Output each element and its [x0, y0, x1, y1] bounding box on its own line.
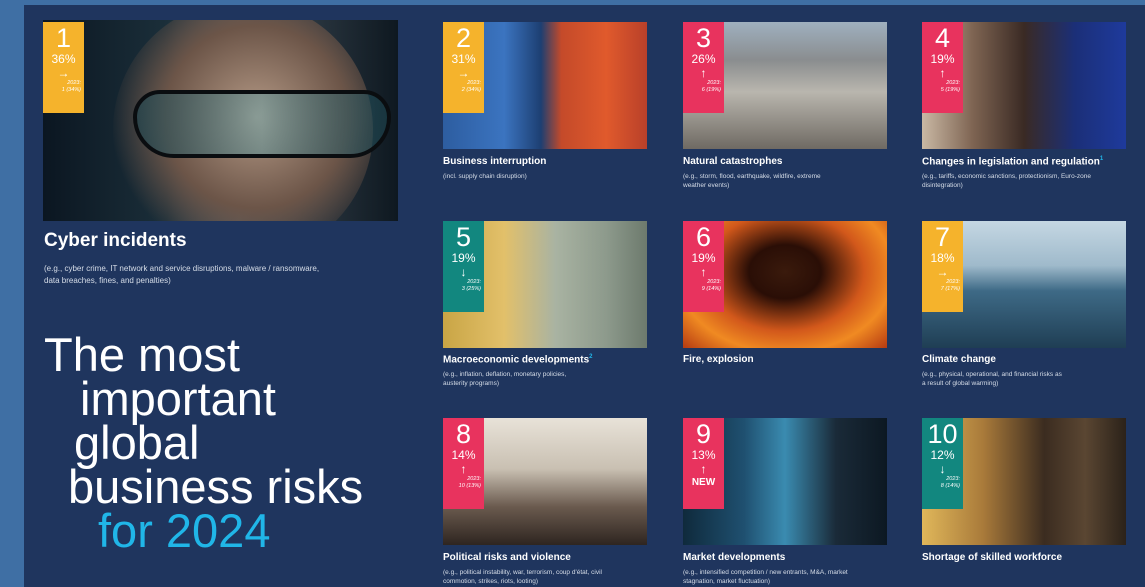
rank-percent: 36%: [51, 52, 76, 66]
previous-rank: 1 (34%): [61, 87, 81, 93]
arrow-up-icon: ↑: [700, 462, 707, 476]
previous-year-label: 2023:: [946, 476, 960, 482]
risk-title-7: Climate change: [922, 354, 996, 365]
rank-badge-10: 10 12% ↓ 2023: 8 (14%): [922, 418, 963, 509]
risk-description-2: (incl. supply chain disruption): [443, 173, 527, 180]
rank-number: 6: [695, 222, 712, 252]
rank-number: 9: [695, 419, 712, 449]
rank-number: 1: [55, 23, 72, 53]
footnote-marker: 2: [589, 354, 593, 360]
arrow-right-icon: →: [57, 66, 70, 80]
rank-badge-9: 9 13% ↑ NEW: [683, 418, 724, 509]
rank-percent: 12%: [930, 448, 955, 462]
rank-badge-2: 2 31% → 2023: 2 (34%): [443, 22, 484, 113]
previous-rank: 5 (19%): [940, 87, 960, 93]
previous-year-label: 2023:: [467, 476, 481, 482]
rank-badge-4: 4 19% ↑ 2023: 5 (19%): [922, 22, 963, 113]
risk-description-7: (e.g., physical, operational, and financ…: [922, 371, 1062, 387]
rank-badge-8: 8 14% ↑ 2023: 10 (13%): [443, 418, 484, 509]
footnote-marker: 1: [1099, 156, 1104, 162]
page-headline: The most important global business risks…: [44, 328, 364, 557]
arrow-down-icon: ↓: [460, 265, 467, 279]
risk-title-3: Natural catastrophes: [683, 156, 783, 167]
rank-percent: 19%: [930, 52, 955, 66]
arrow-right-icon: →: [936, 265, 949, 279]
headline-line-5: for 2024: [98, 504, 271, 557]
previous-year-label: 2023:: [467, 279, 481, 285]
rank-badge-7: 7 18% → 2023: 7 (17%): [922, 221, 963, 312]
rank-number: 8: [455, 419, 472, 449]
rank-percent: 18%: [930, 251, 955, 265]
risk-description-4: (e.g., tariffs, economic sanctions, prot…: [922, 173, 1091, 189]
arrow-right-icon: →: [457, 66, 470, 80]
cyber-incidents-image: [43, 20, 398, 221]
risk-description-9: (e.g., intensified competition / new ent…: [683, 569, 848, 585]
previous-year-label: 2023:: [946, 80, 960, 86]
risk-title-8: Political risks and violence: [443, 552, 571, 563]
risk-title-10: Shortage of skilled workforce: [922, 552, 1063, 563]
previous-rank: 10 (13%): [458, 483, 481, 489]
rank-percent: 13%: [691, 448, 716, 462]
rank-number: 5: [455, 222, 472, 252]
risk-title-9: Market developments: [683, 552, 786, 563]
risk-title-text: Changes in legislation and regulation: [922, 156, 1100, 168]
rank-percent: 31%: [451, 52, 476, 66]
rank-badge-1: 1 36% → 2023: 1 (34%): [43, 22, 84, 113]
risk-title-4: Changes in legislation and regulation1: [922, 156, 1103, 167]
risk-title-2: Business interruption: [443, 156, 547, 167]
arrow-down-icon: ↓: [939, 462, 946, 476]
risk-title-text: Macroeconomic developments: [443, 354, 590, 366]
headline-line-1: The most: [44, 328, 240, 381]
arrow-up-icon: ↑: [939, 66, 946, 80]
headline-line-2: important: [80, 372, 276, 425]
previous-year-label: 2023:: [707, 279, 721, 285]
risk-description-3: (e.g., storm, flood, earthquake, wildfir…: [683, 173, 821, 189]
rank-percent: 26%: [691, 52, 716, 66]
risk-title-6: Fire, explosion: [683, 354, 754, 365]
risk-title-5: Macroeconomic developments2: [443, 354, 593, 365]
headline-line-4: business risks: [68, 460, 364, 513]
previous-rank: 3 (25%): [461, 286, 481, 292]
rank-badge-5: 5 19% ↓ 2023: 3 (25%): [443, 221, 484, 312]
previous-rank: 9 (14%): [701, 286, 721, 292]
previous-year-label: 2023:: [946, 279, 960, 285]
risk-description-5: (e.g., inflation, deflation, monetary po…: [443, 371, 567, 387]
new-label: NEW: [691, 477, 716, 488]
previous-rank: 8 (14%): [940, 483, 960, 489]
hero-risk-title: Cyber incidents: [44, 230, 187, 251]
glasses-shape: [133, 90, 391, 158]
arrow-up-icon: ↑: [700, 265, 707, 279]
rank-number: 3: [695, 23, 712, 53]
previous-rank: 2 (34%): [461, 87, 481, 93]
risk-description-8: (e.g., political instability, war, terro…: [443, 569, 602, 585]
arrow-up-icon: ↑: [700, 66, 707, 80]
rank-number: 4: [934, 23, 951, 53]
previous-rank: 6 (19%): [701, 87, 721, 93]
rank-percent: 19%: [691, 251, 716, 265]
rank-percent: 14%: [451, 448, 476, 462]
rank-percent: 19%: [451, 251, 476, 265]
rank-number: 10: [927, 419, 958, 449]
previous-year-label: 2023:: [467, 80, 481, 86]
previous-rank: 7 (17%): [940, 286, 960, 292]
rank-number: 2: [455, 23, 472, 53]
previous-year-label: 2023:: [67, 80, 81, 86]
rank-badge-3: 3 26% ↑ 2023: 6 (19%): [683, 22, 724, 113]
rank-number: 7: [934, 222, 951, 252]
previous-year-label: 2023:: [707, 80, 721, 86]
arrow-up-icon: ↑: [460, 462, 467, 476]
headline-line-3: global: [74, 416, 200, 469]
hero-risk-description: (e.g., cyber crime, IT network and servi…: [44, 264, 320, 285]
rank-badge-6: 6 19% ↑ 2023: 9 (14%): [683, 221, 724, 312]
